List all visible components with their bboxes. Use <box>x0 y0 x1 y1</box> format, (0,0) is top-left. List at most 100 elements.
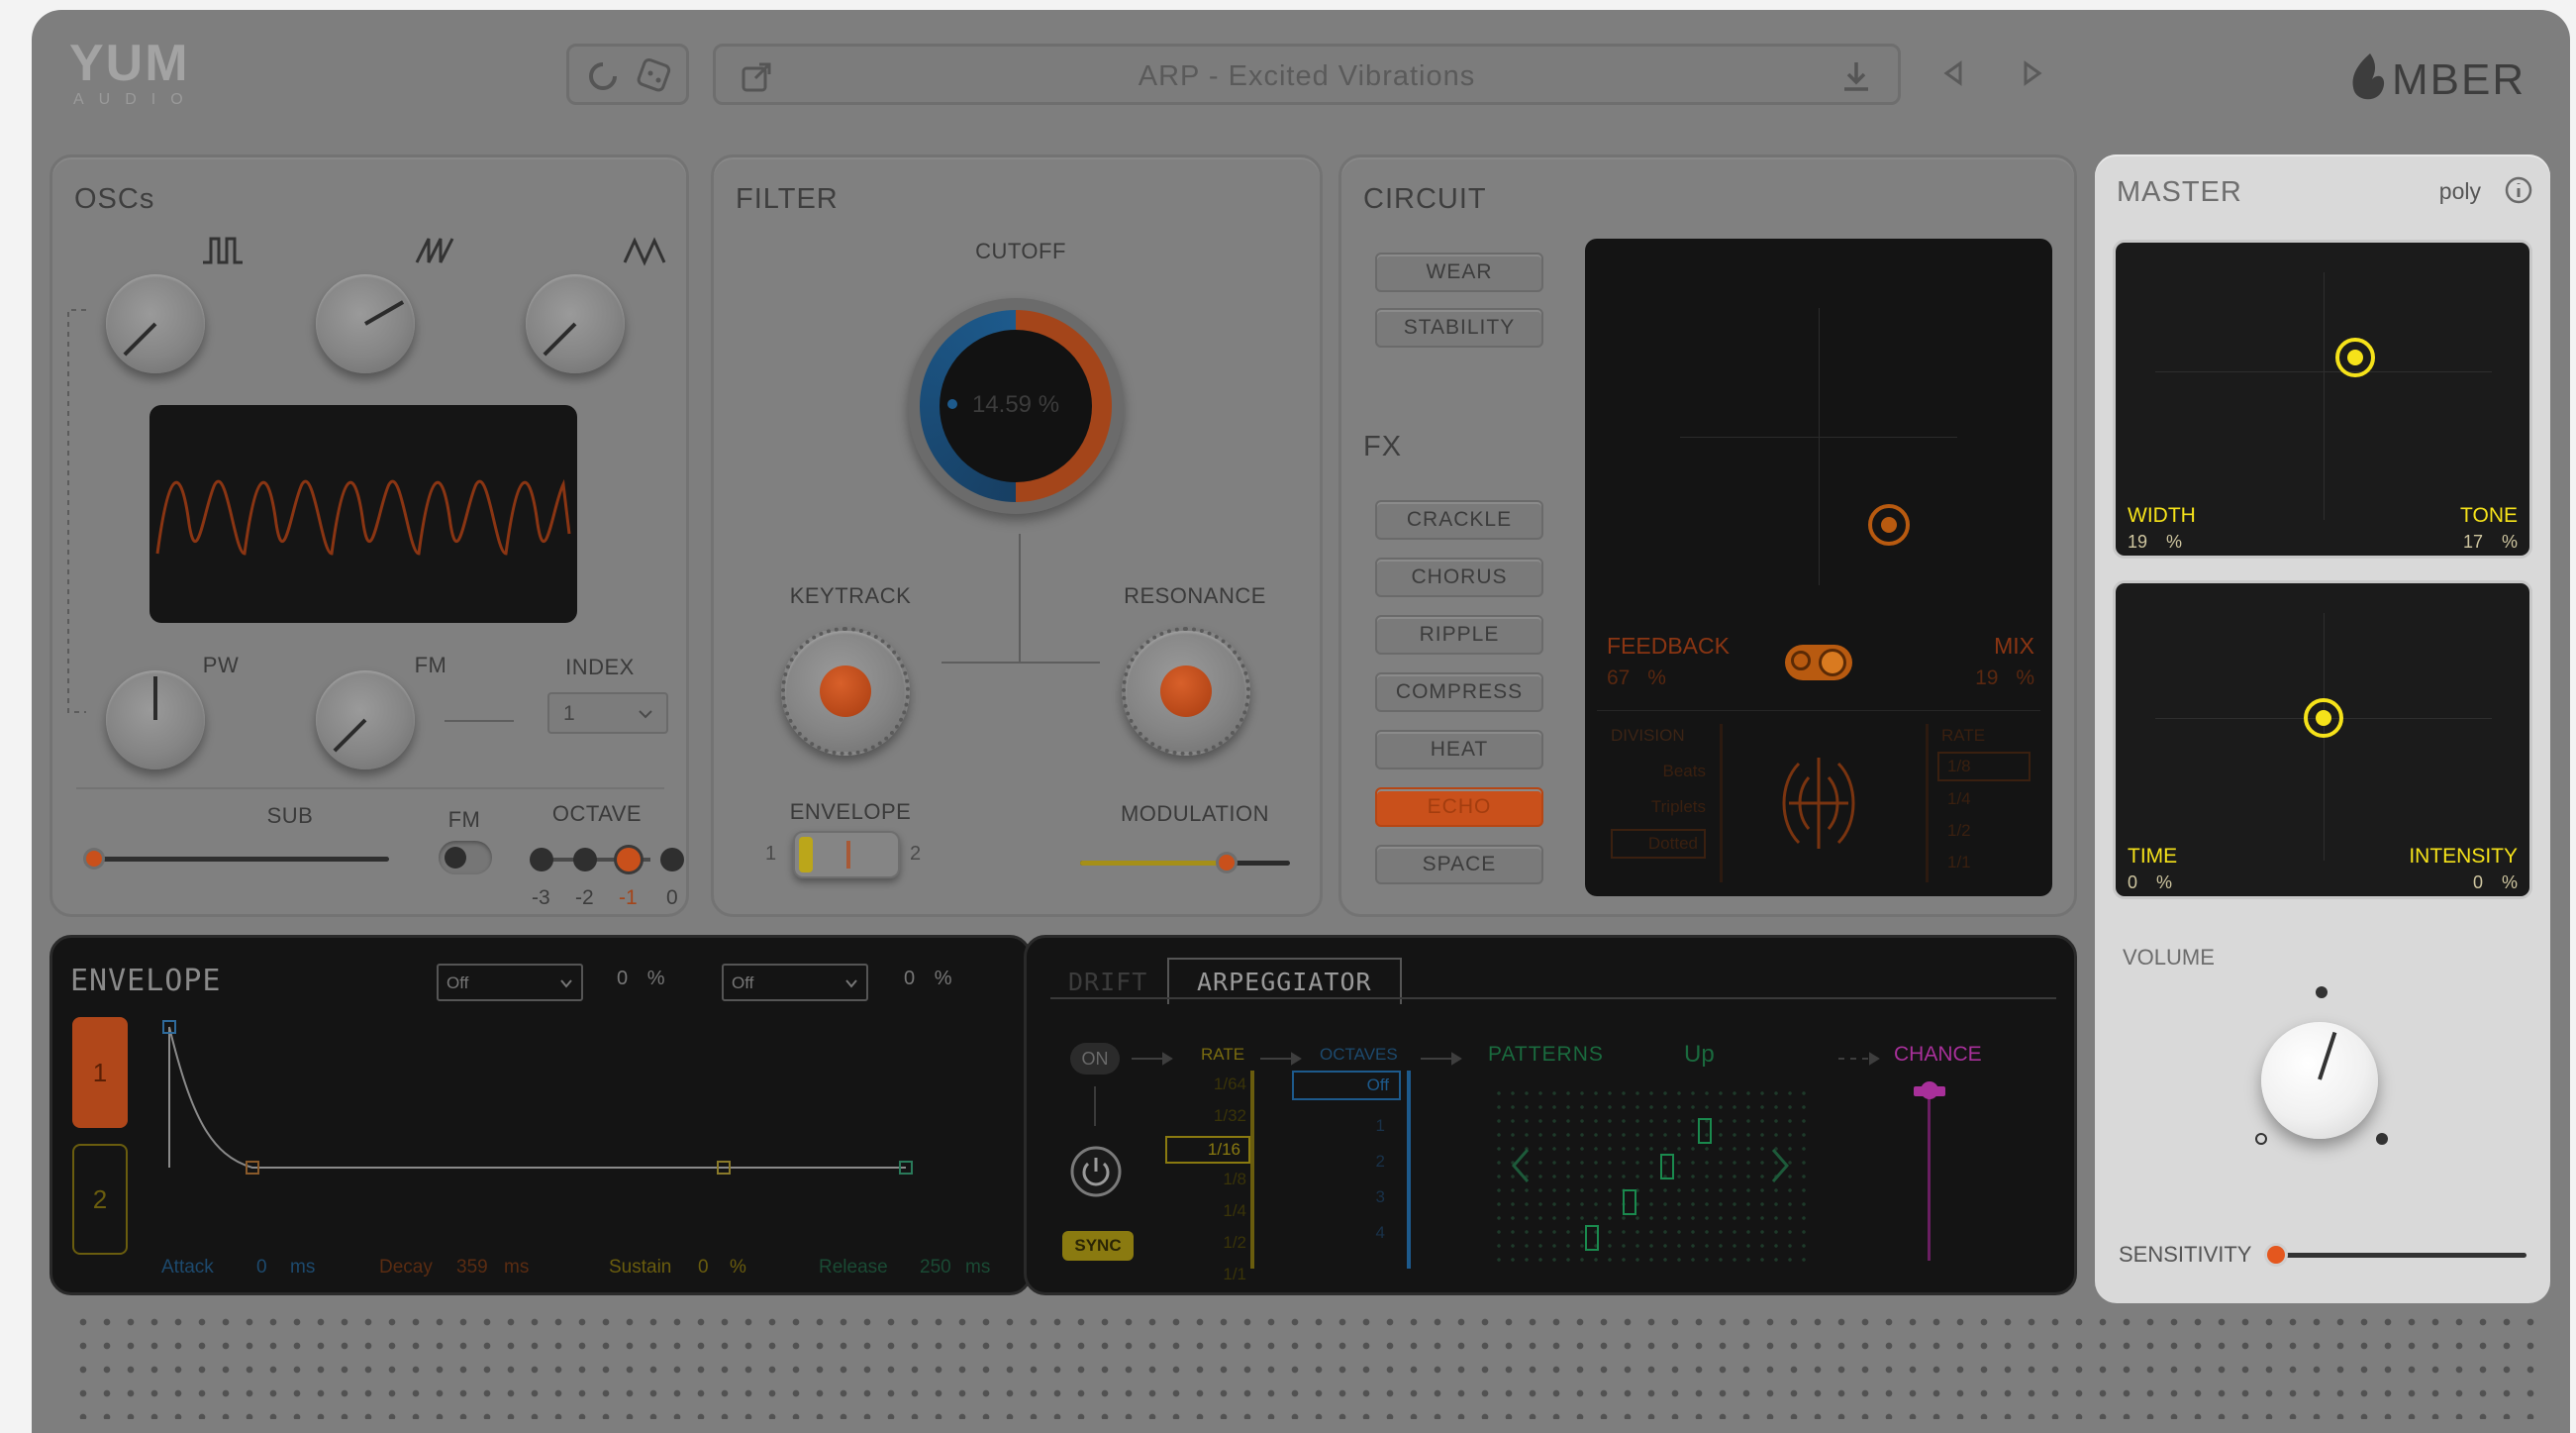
time-intensity-handle[interactable] <box>2304 698 2343 738</box>
division-option[interactable]: Beats <box>1663 762 1706 781</box>
tab-drift[interactable]: DRIFT <box>1068 968 1147 996</box>
division-option-selected[interactable]: Dotted <box>1611 829 1706 859</box>
arp-chance-slider[interactable] <box>1928 1092 1931 1261</box>
intensity-unit: % <box>2501 872 2518 892</box>
osc-square-level-knob[interactable] <box>106 274 205 373</box>
arp-octaves-option-selected[interactable]: Off <box>1292 1071 1401 1100</box>
arp-rate-option[interactable]: 1/8 <box>1223 1170 1246 1189</box>
arp-rate-option-selected[interactable]: 1/16 <box>1165 1136 1250 1164</box>
stability-button[interactable]: STABILITY <box>1375 308 1543 348</box>
arp-pattern-grid[interactable] <box>1492 1086 1809 1271</box>
cutoff-dial[interactable]: 14.59 % <box>908 298 1124 514</box>
sensitivity-slider[interactable] <box>2273 1253 2526 1258</box>
echo-xy-handle[interactable] <box>1868 504 1910 546</box>
echo-rate-label: RATE <box>1941 726 1986 745</box>
sub-slider-handle[interactable] <box>86 851 102 867</box>
osc-saw-level-knob[interactable] <box>316 274 415 373</box>
arp-octaves-selector[interactable]: Off 1 2 3 4 <box>1292 1071 1411 1269</box>
oscilloscope-display <box>149 405 577 623</box>
pattern-prev-icon[interactable] <box>1510 1146 1534 1185</box>
octave-option-minus2[interactable] <box>573 848 597 871</box>
octave-selector[interactable] <box>524 841 684 880</box>
sensitivity-slider-handle[interactable] <box>2267 1246 2285 1264</box>
fx-chorus-button[interactable]: CHORUS <box>1375 558 1543 597</box>
pattern-next-icon[interactable] <box>1767 1146 1791 1185</box>
fx-heat-button[interactable]: HEAT <box>1375 730 1543 769</box>
fm-toggle[interactable] <box>439 841 492 874</box>
next-preset-icon[interactable] <box>2016 57 2047 89</box>
info-icon[interactable] <box>2503 174 2534 206</box>
envelope-switch[interactable] <box>793 831 900 878</box>
triangle-wave-icon <box>623 237 666 266</box>
echo-rate-option[interactable]: 1/2 <box>1947 821 1971 841</box>
preset-name[interactable]: ARP - Excited Vibrations <box>716 60 1898 93</box>
fx-ripple-button[interactable]: RIPPLE <box>1375 615 1543 655</box>
oscs-title: OSCs <box>74 183 155 215</box>
fx-crackle-button[interactable]: CRACKLE <box>1375 500 1543 540</box>
pattern-step[interactable] <box>1623 1189 1636 1215</box>
fx-compress-button[interactable]: COMPRESS <box>1375 672 1543 712</box>
wear-button[interactable]: WEAR <box>1375 253 1543 292</box>
octave-option-minus3[interactable] <box>530 848 553 871</box>
division-option[interactable]: Triplets <box>1651 797 1706 817</box>
envelope-curve-graph[interactable] <box>161 1017 1023 1235</box>
sub-slider[interactable] <box>90 857 389 862</box>
envelope-1-button[interactable]: 1 <box>72 1017 128 1128</box>
arp-rate-option[interactable]: 1/4 <box>1223 1201 1246 1221</box>
time-label: TIME <box>2128 845 2178 868</box>
envelope-mod-select-2[interactable]: Off <box>722 964 868 1001</box>
echo-rate-selector[interactable]: RATE 1/8 1/4 1/2 1/1 <box>1937 726 2036 884</box>
arp-rate-selector[interactable]: 1/64 1/32 1/16 1/8 1/4 1/2 1/1 <box>1165 1071 1274 1283</box>
octave-option-minus1[interactable] <box>617 848 641 871</box>
circuit-title: CIRCUIT <box>1363 183 1487 215</box>
download-icon[interactable] <box>1836 56 1876 96</box>
preset-bar[interactable]: ARP - Excited Vibrations <box>713 44 1901 105</box>
pattern-step[interactable] <box>1585 1225 1599 1251</box>
arp-rate-rail <box>1250 1071 1254 1269</box>
arp-octaves-option[interactable]: 4 <box>1376 1223 1385 1243</box>
division-selector[interactable]: DIVISION Beats Triplets Dotted <box>1611 726 1710 884</box>
osc-triangle-level-knob[interactable] <box>526 274 625 373</box>
octave-option-0[interactable] <box>660 848 684 871</box>
echo-rate-option[interactable]: 1/4 <box>1947 789 1971 809</box>
pw-label: PW <box>202 653 240 677</box>
arp-rate-option[interactable]: 1/1 <box>1223 1265 1246 1284</box>
previous-preset-icon[interactable] <box>1938 57 1970 89</box>
pattern-step[interactable] <box>1698 1118 1712 1144</box>
time-intensity-xy-pad[interactable]: TIME 0 % INTENSITY 0 % <box>2113 580 2532 899</box>
fx-space-button[interactable]: SPACE <box>1375 845 1543 884</box>
envelope-mod-select-1[interactable]: Off <box>437 964 583 1001</box>
arp-rate-option[interactable]: 1/2 <box>1223 1233 1246 1253</box>
echo-link-toggle[interactable] <box>1785 645 1852 680</box>
width-tone-handle[interactable] <box>2335 338 2375 377</box>
arp-sync-label: SYNC <box>1074 1236 1122 1255</box>
fm-knob[interactable] <box>316 670 415 769</box>
dice-icon[interactable] <box>633 54 676 98</box>
power-icon[interactable] <box>1068 1144 1124 1199</box>
echo-rate-option-selected[interactable]: 1/8 <box>1937 752 2031 781</box>
time-value: 0 <box>2128 872 2138 892</box>
fx-echo-button[interactable]: ECHO <box>1375 787 1543 827</box>
arp-sync-button[interactable]: SYNC <box>1062 1231 1134 1261</box>
pattern-step[interactable] <box>1660 1154 1674 1179</box>
modulation-slider[interactable] <box>1080 861 1290 866</box>
arp-octaves-option[interactable]: 1 <box>1376 1116 1385 1136</box>
width-unit: % <box>2166 532 2183 552</box>
width-tone-xy-pad[interactable]: WIDTH 19 % TONE 17 % <box>2113 240 2532 559</box>
arp-octaves-option[interactable]: 2 <box>1376 1152 1385 1172</box>
echo-rate-option[interactable]: 1/1 <box>1947 853 1971 872</box>
chevron-down-icon <box>560 979 572 988</box>
resonance-knob[interactable] <box>1122 627 1250 756</box>
envelope-2-button[interactable]: 2 <box>72 1144 128 1255</box>
arp-pattern-value[interactable]: Up <box>1684 1041 1715 1069</box>
voice-mode[interactable]: poly <box>2439 178 2481 205</box>
loop-icon[interactable] <box>583 56 623 96</box>
arp-rate-option[interactable]: 1/64 <box>1214 1075 1246 1094</box>
pw-knob[interactable] <box>106 670 205 769</box>
index-select[interactable]: 1 <box>547 692 668 734</box>
volume-knob[interactable] <box>2261 1022 2378 1139</box>
arp-rate-option[interactable]: 1/32 <box>1214 1106 1246 1126</box>
keytrack-knob[interactable] <box>781 627 910 756</box>
arp-octaves-option[interactable]: 3 <box>1376 1187 1385 1207</box>
echo-xy-pad[interactable]: FEEDBACK 67 % MIX 19 % DIVISION Beats Tr… <box>1585 239 2052 896</box>
